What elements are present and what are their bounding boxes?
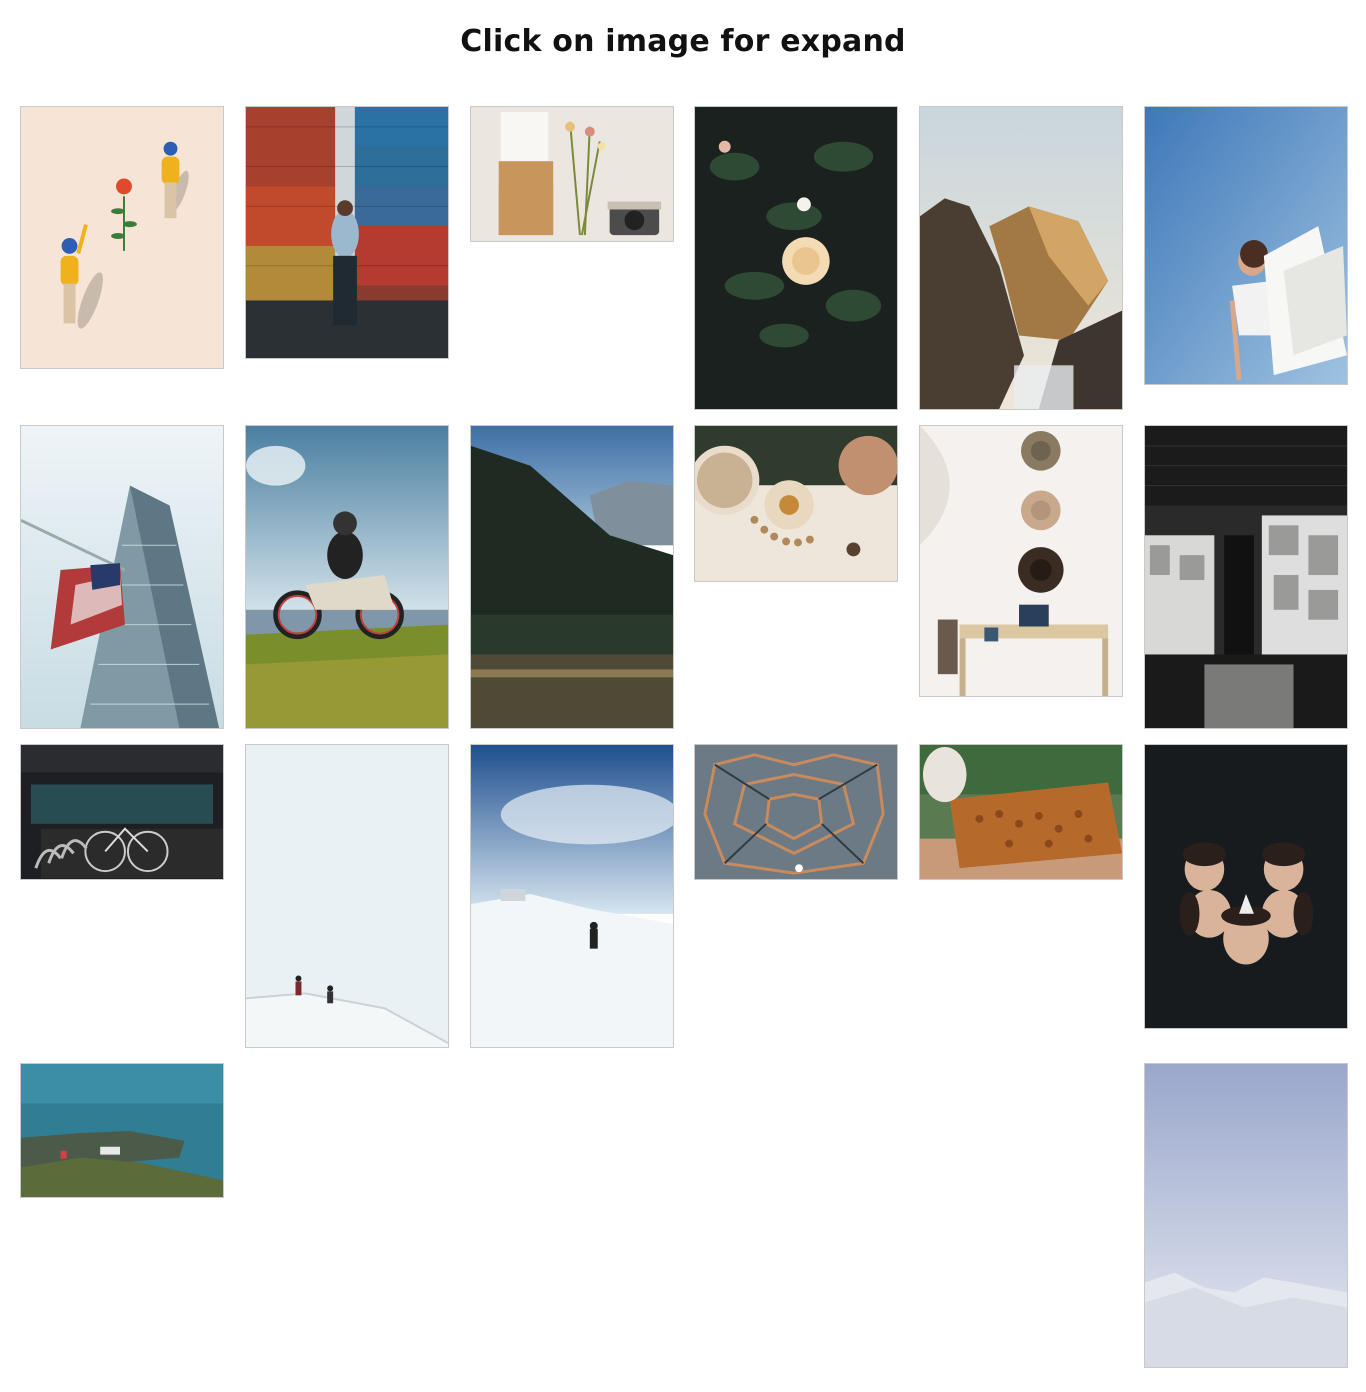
illustration-image — [21, 107, 223, 368]
image-gallery — [0, 0, 1366, 1392]
coast-image — [21, 1064, 223, 1197]
gallery-image-20[interactable] — [1144, 1063, 1348, 1368]
gallery-image-15[interactable] — [470, 744, 674, 1048]
containers-image — [246, 107, 448, 358]
friends-selfie-image — [1145, 745, 1347, 1028]
table-decor-image — [695, 426, 897, 581]
honeycomb-image — [920, 745, 1122, 879]
gallery-image-8[interactable] — [245, 425, 449, 729]
gallery-image-11[interactable] — [919, 425, 1123, 697]
snowy-mountains-image — [1145, 1064, 1347, 1367]
gallery-image-16[interactable] — [694, 744, 898, 880]
gallery-image-9[interactable] — [470, 425, 674, 729]
envelope-image — [471, 107, 673, 241]
mountain-lake-image — [471, 426, 673, 728]
gallery-image-1[interactable] — [20, 106, 224, 369]
storefront-image — [1145, 426, 1347, 728]
motorbike-image — [246, 426, 448, 728]
rose-image — [695, 107, 897, 409]
snow-hikers-image — [246, 745, 448, 1047]
geometric-structure-image — [695, 745, 897, 879]
gallery-image-3[interactable] — [470, 106, 674, 242]
woman-sky-image — [1145, 107, 1347, 384]
gallery-image-2[interactable] — [245, 106, 449, 359]
gallery-image-19[interactable] — [20, 1063, 224, 1198]
gallery-image-18[interactable] — [1144, 744, 1348, 1029]
gallery-image-13[interactable] — [20, 744, 224, 880]
hats-desk-image — [920, 426, 1122, 696]
gallery-image-6[interactable] — [1144, 106, 1348, 385]
bicycle-image — [21, 745, 223, 879]
rocks-image — [920, 107, 1122, 409]
gallery-image-14[interactable] — [245, 744, 449, 1048]
gallery-image-7[interactable] — [20, 425, 224, 729]
gallery-image-10[interactable] — [694, 425, 898, 582]
gallery-image-17[interactable] — [919, 744, 1123, 880]
gallery-image-4[interactable] — [694, 106, 898, 410]
snow-sky-image — [471, 745, 673, 1047]
gallery-image-5[interactable] — [919, 106, 1123, 410]
skyscraper-image — [21, 426, 223, 728]
gallery-image-12[interactable] — [1144, 425, 1348, 729]
